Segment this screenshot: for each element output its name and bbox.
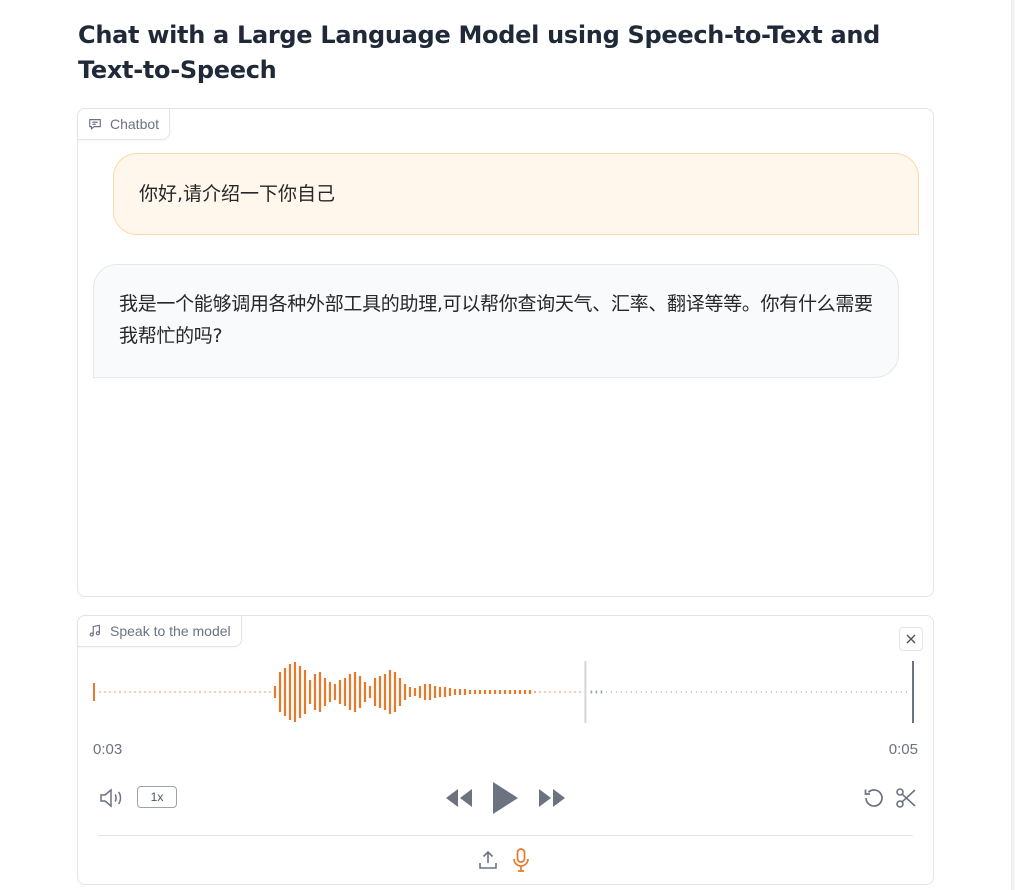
rewind-icon	[446, 789, 472, 807]
audio-label: Speak to the model	[77, 615, 242, 647]
microphone-source-button[interactable]	[510, 846, 532, 874]
undo-icon	[864, 789, 883, 807]
upload-icon	[479, 850, 497, 869]
close-icon	[906, 634, 916, 644]
chatbot-panel: Chatbot 你好,请介绍一下你自己 我是一个能够调用各种外部工具的助理,可以…	[77, 108, 934, 597]
assistant-message: 我是一个能够调用各种外部工具的助理,可以帮你查询天气、汇率、翻译等等。你有什么需…	[93, 264, 899, 378]
volume-icon	[100, 788, 122, 808]
skip-forward-button[interactable]	[537, 786, 567, 810]
volume-button[interactable]	[98, 785, 126, 811]
clear-audio-button[interactable]	[899, 627, 923, 651]
reset-audio-button[interactable]	[861, 785, 887, 811]
audio-label-text: Speak to the model	[110, 623, 231, 639]
skip-backward-button[interactable]	[444, 786, 474, 810]
chat-bubble-icon	[89, 119, 101, 131]
play-icon	[493, 782, 518, 814]
audio-source-selector	[78, 846, 933, 876]
microphone-icon	[513, 848, 529, 872]
music-note-icon	[89, 624, 100, 637]
page-title: Chat with a Large Language Model using S…	[78, 21, 881, 84]
audio-input-panel: Speak to the model 0:03 0:05 1x	[77, 615, 934, 885]
scissors-icon	[896, 788, 916, 808]
playback-speed-button[interactable]: 1x	[137, 786, 177, 808]
chatbot-label: Chatbot	[77, 108, 171, 140]
duration-time: 0:05	[888, 741, 918, 758]
audio-waveform[interactable]	[78, 656, 933, 732]
playback-controls: 1x	[78, 778, 933, 818]
upload-source-button[interactable]	[477, 848, 499, 872]
fast-forward-icon	[539, 789, 565, 807]
current-time: 0:03	[93, 741, 123, 758]
play-button[interactable]	[490, 780, 520, 816]
page-scrollbar[interactable]	[1011, 0, 1015, 890]
controls-divider	[98, 835, 913, 836]
trim-audio-button[interactable]	[893, 785, 919, 811]
chatbot-label-text: Chatbot	[110, 116, 160, 132]
user-message: 你好,请介绍一下你自己	[113, 153, 919, 235]
